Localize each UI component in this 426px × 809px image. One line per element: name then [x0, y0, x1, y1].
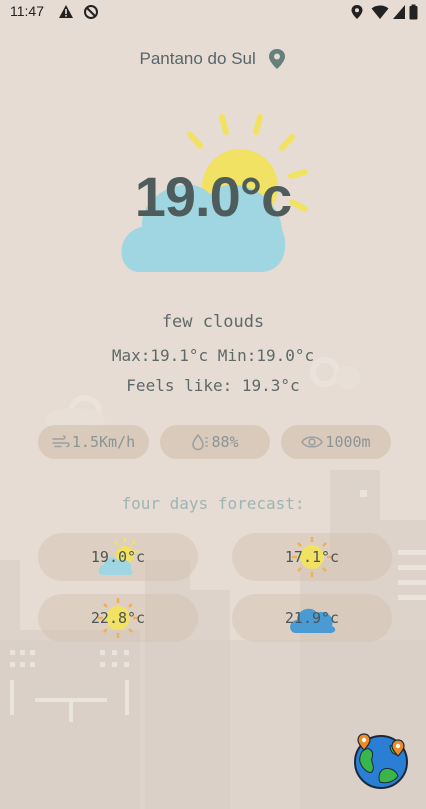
battery-icon	[409, 4, 418, 20]
wind-pill: 1.5Km/h	[38, 425, 149, 459]
current-temperature: 19.0°c	[134, 165, 293, 228]
data-saver-icon	[84, 5, 98, 19]
humidity-pill: 88%	[160, 425, 270, 459]
globe-location-button[interactable]	[352, 732, 410, 790]
location-header[interactable]: Pantano do Sul	[0, 48, 426, 70]
forecast-day-3[interactable]: 22.8°c	[38, 594, 198, 642]
min-max-temperature: Max:19.1°c Min:19.0°c	[111, 346, 315, 365]
location-icon	[351, 5, 363, 19]
forecast-day-2[interactable]: 17.1°c	[232, 533, 392, 581]
visibility-value: 1000m	[325, 433, 371, 451]
signal-icon	[393, 5, 405, 19]
forecast-day-4[interactable]: 21.9°c	[232, 594, 392, 642]
warning-icon	[59, 5, 73, 18]
forecast-day-1[interactable]: 19.0°c	[38, 533, 198, 581]
forecast-temp-3: 22.8°c	[90, 609, 146, 627]
forecast-temp-1: 19.0°c	[90, 548, 146, 566]
forecast-title: four days forecast:	[121, 494, 305, 513]
forecast-temp-2: 17.1°c	[284, 548, 340, 566]
feels-like: Feels like: 19.3°c	[126, 376, 300, 395]
forecast-temp-4: 21.9°c	[284, 609, 340, 627]
wind-icon	[52, 435, 70, 448]
map-pin-icon[interactable]	[267, 48, 287, 70]
status-time: 11:47	[10, 3, 44, 19]
visibility-pill: 1000m	[281, 425, 391, 459]
location-name: Pantano do Sul	[139, 49, 256, 68]
wind-value: 1.5Km/h	[71, 433, 136, 451]
weather-description: few clouds	[161, 312, 265, 332]
eye-icon	[301, 436, 324, 448]
humidity-icon	[192, 433, 209, 451]
humidity-value: 88%	[211, 433, 239, 451]
status-bar: 11:47	[0, 0, 426, 24]
wifi-icon	[371, 5, 389, 19]
